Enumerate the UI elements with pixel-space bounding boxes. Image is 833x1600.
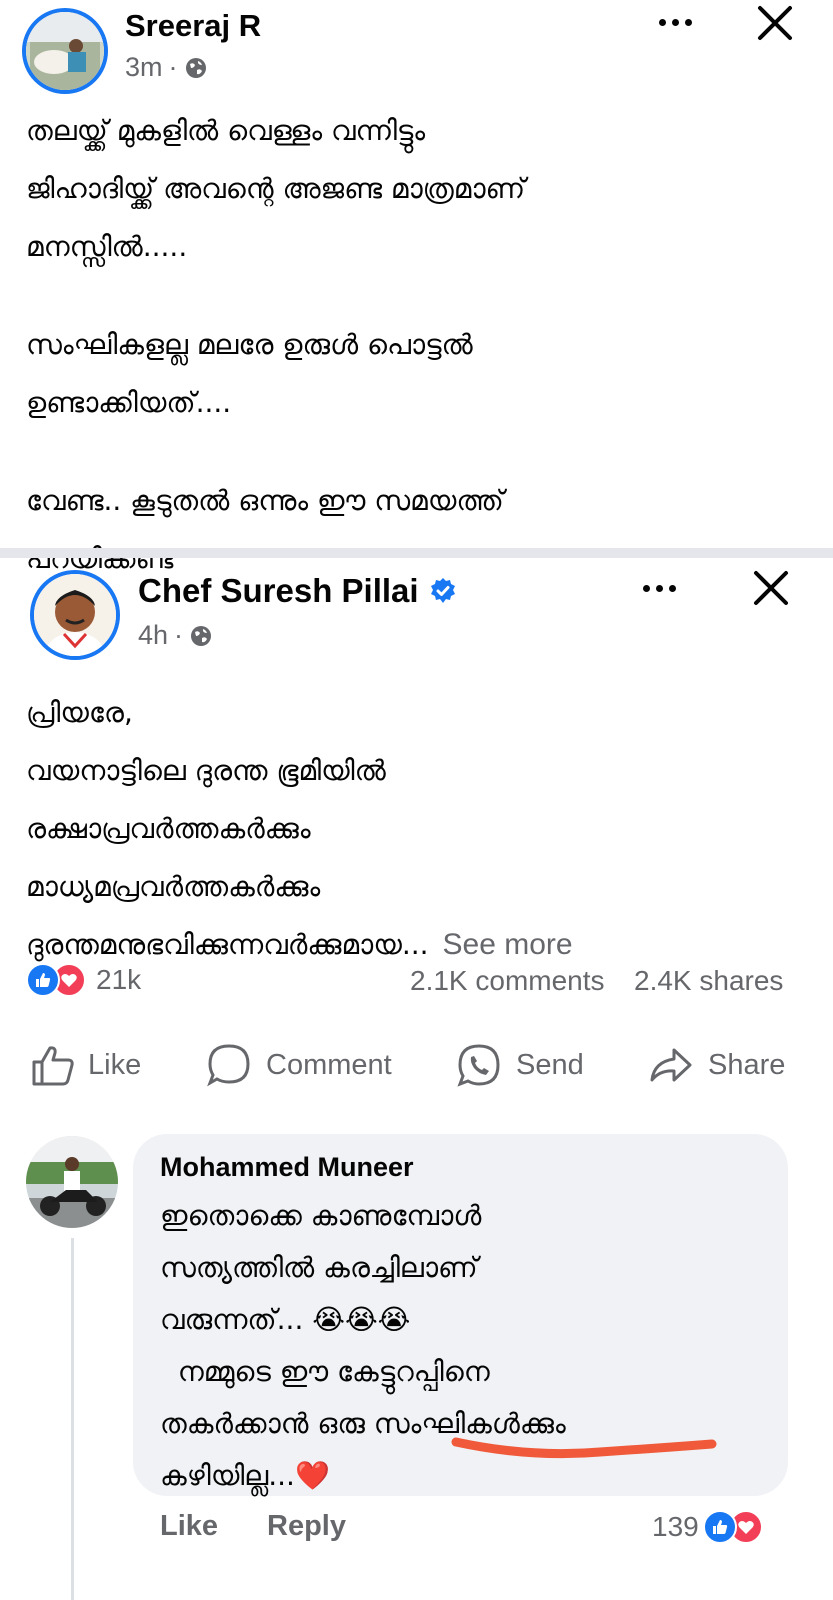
close-icon[interactable]	[757, 5, 793, 41]
separator-dot: ·	[174, 620, 184, 650]
comment-text-line: സത്യത്തിൽ കരച്ചിലാണ്	[160, 1251, 478, 1284]
post-text-line: മനസ്സിൽ.....	[26, 230, 188, 263]
comment-text-line: നമ്മുടെ ഈ കേട്ടുറപ്പിനെ	[160, 1355, 490, 1388]
post-author-row: Chef Suresh Pillai	[138, 572, 457, 610]
profile-photo	[26, 1136, 118, 1228]
share-button[interactable]: Share	[648, 1042, 785, 1088]
post-author-name[interactable]: Sreeraj R	[125, 8, 261, 44]
comment-button[interactable]: Comment	[206, 1042, 392, 1088]
post-text-line: വേണ്ട.. കൂടുതൽ ഒന്നും ഈ സമയത്ത്	[26, 484, 504, 517]
post-meta: 4h ·	[138, 620, 213, 651]
close-icon[interactable]	[753, 570, 789, 606]
like-reaction-icon	[26, 963, 60, 997]
reaction-count: 21k	[96, 964, 142, 995]
reactions-summary[interactable]: 21k	[26, 963, 141, 997]
separator-dot: ·	[168, 52, 178, 82]
post-text: തലയ്ക്ക് മുകളിൽ വെള്ളം വന്നിട്ടും ജിഹാദി…	[26, 102, 816, 588]
avatar[interactable]	[26, 1136, 118, 1228]
post-text-line: മാധ്യമപ്രവർത്തകർക്കും	[26, 870, 321, 903]
share-label: Share	[708, 1048, 786, 1081]
more-options-icon[interactable]	[659, 19, 692, 26]
send-button[interactable]: Send	[456, 1042, 584, 1088]
post-divider	[0, 548, 833, 558]
post-time[interactable]: 4h	[138, 620, 168, 651]
post-author-name[interactable]: Chef Suresh Pillai	[138, 572, 419, 610]
more-options-icon[interactable]	[643, 585, 676, 592]
comment-text-line: വരുന്നത്... 😭😭😭	[160, 1303, 411, 1336]
comment-reaction-count: 139	[652, 1511, 699, 1542]
post-text-line: ഉണ്ടാക്കിയത്....	[26, 386, 232, 419]
post-text-line: തലയ്ക്ക് മുകളിൽ വെള്ളം വന്നിട്ടും	[26, 114, 426, 147]
post-text-line	[26, 276, 816, 316]
avatar[interactable]	[22, 8, 108, 94]
comment-label: Comment	[266, 1048, 392, 1081]
comment-text-line: ഇതൊക്കെ കാണുമ്പോൾ	[160, 1199, 482, 1232]
post-text-line: വയനാട്ടിലെ ദുരന്ത ഭൂമിയിൽ	[26, 754, 386, 787]
comment-reply-button[interactable]: Reply	[267, 1510, 346, 1543]
post-text-line: ജിഹാദിയ്ക്ക് അവന്റെ അജണ്ട മാത്രമാണ്	[26, 172, 526, 205]
like-button[interactable]: Like	[30, 1042, 141, 1088]
globe-icon	[191, 625, 212, 646]
comments-count[interactable]: 2.1K comments	[410, 965, 605, 997]
comment-reactions[interactable]: 139	[652, 1510, 763, 1544]
post-text-line: പ്രിയരേ,	[26, 696, 133, 729]
comment-author-name[interactable]: Mohammed Muneer	[160, 1152, 414, 1183]
profile-photo	[34, 574, 116, 656]
post-text: പ്രിയരേ, വയനാട്ടിലെ ദുരന്ത ഭൂമിയിൽ രക്ഷാ…	[26, 684, 816, 974]
post-text-line: രക്ഷാപ്രവർത്തകർക്കും	[26, 812, 311, 845]
post-text-line: സംഘികളല്ല മലരേ ഉരുൾ പൊട്ടൽ	[26, 328, 473, 361]
verified-badge-icon	[430, 578, 455, 603]
avatar[interactable]	[30, 570, 120, 660]
comment-bubble-icon	[207, 1044, 250, 1087]
thumbs-up-icon	[32, 1046, 74, 1086]
profile-photo	[26, 12, 104, 90]
post-meta: 3m ·	[125, 52, 208, 83]
like-label: Like	[88, 1048, 142, 1081]
send-label: Send	[516, 1048, 584, 1081]
share-arrow-icon	[650, 1048, 692, 1082]
globe-icon	[185, 57, 206, 78]
comment-thread-line	[71, 1238, 74, 1600]
comment-like-button[interactable]: Like	[160, 1510, 218, 1543]
post-text-line	[26, 432, 816, 472]
red-underline-annotation	[451, 1437, 717, 1459]
post-time[interactable]: 3m	[125, 52, 163, 83]
whatsapp-icon	[457, 1044, 500, 1087]
like-reaction-icon	[702, 1510, 737, 1544]
shares-count[interactable]: 2.4K shares	[634, 965, 783, 997]
